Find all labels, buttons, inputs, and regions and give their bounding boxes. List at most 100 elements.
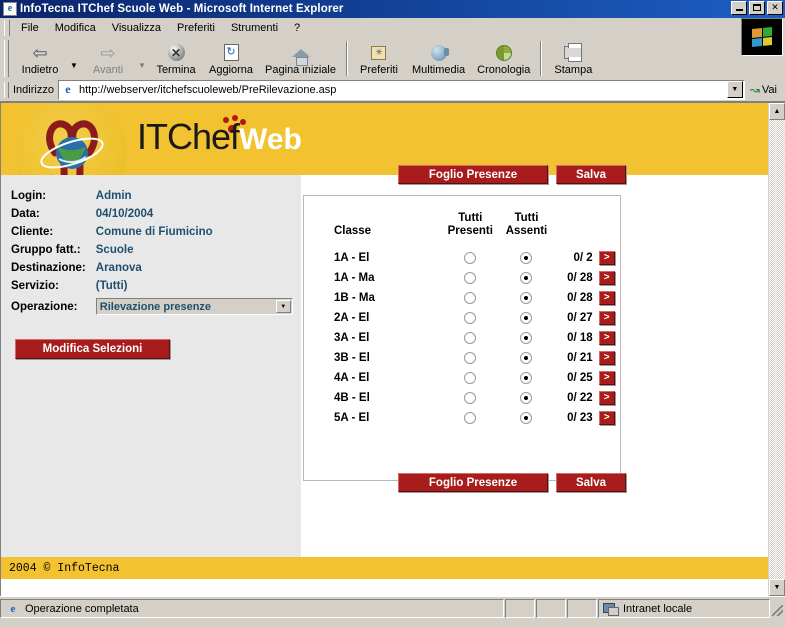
class-detail-button[interactable]: > [598, 251, 615, 266]
go-cell: > [598, 408, 620, 428]
all-present-radio[interactable] [464, 412, 477, 425]
resize-grip[interactable] [771, 599, 785, 618]
brand-text-dark: ITChef [137, 116, 240, 157]
scroll-up-button[interactable]: ▲ [769, 103, 785, 120]
toolbar-home-button[interactable]: Pagina iniziale [259, 38, 342, 79]
save-button-top[interactable]: Salva [556, 165, 626, 184]
class-detail-button[interactable]: > [598, 371, 615, 386]
chevron-down-icon[interactable]: ▼ [275, 300, 291, 313]
all-present-radio[interactable] [464, 312, 477, 325]
brand-text-light: Web [239, 123, 302, 156]
all-present-radio[interactable] [464, 352, 477, 365]
window-titlebar[interactable]: e InfoTecna ITChef Scuole Web - Microsof… [0, 0, 785, 18]
all-absent-cell [499, 388, 555, 408]
window-icon: e [3, 2, 17, 16]
toolbar-favorites-button[interactable]: ✳ Preferiti [352, 38, 406, 79]
attendance-sheet-button-bottom[interactable]: Foglio Presenze [398, 473, 548, 492]
all-present-radio[interactable] [464, 252, 477, 265]
all-absent-radio[interactable] [520, 312, 533, 325]
scrollbar-track[interactable] [769, 120, 785, 579]
maximize-button[interactable] [749, 1, 765, 15]
home-icon [291, 43, 310, 66]
chevron-down-icon[interactable]: ▼ [726, 81, 743, 98]
info-value-login: Admin [95, 190, 132, 202]
forward-dropdown-icon[interactable]: ▼ [135, 38, 149, 79]
header-classe: Classe [334, 225, 372, 238]
info-label-operazione: Operazione: [11, 300, 78, 313]
table-row: 2A - El 0/ 27 > [332, 308, 620, 328]
toolbar-print-button[interactable]: Stampa [546, 38, 600, 79]
all-present-radio[interactable] [464, 332, 477, 345]
history-icon [495, 43, 512, 63]
go-cell: > [598, 268, 620, 288]
all-absent-cell [499, 248, 555, 268]
go-cell: > [598, 248, 620, 268]
class-detail-button[interactable]: > [598, 331, 615, 346]
toolbar-back-label: Indietro [21, 63, 59, 76]
attendance-count: 0/ 2 [573, 252, 593, 265]
toolbar-history-button[interactable]: Cronologia [471, 38, 536, 79]
class-detail-button[interactable]: > [598, 291, 615, 306]
print-icon [564, 43, 583, 63]
all-present-radio[interactable] [464, 392, 477, 405]
menu-item-strumenti[interactable]: Strumenti [223, 20, 286, 36]
window-controls: ✕ [731, 1, 783, 15]
info-label-destinazione: Destinazione: [11, 262, 86, 274]
all-absent-radio[interactable] [520, 252, 533, 265]
class-name-cell: 5A - El [334, 412, 370, 425]
header-all-present-line2: Presenti [447, 225, 493, 238]
menu-item-help[interactable]: ? [286, 20, 308, 36]
all-absent-radio[interactable] [520, 272, 533, 285]
info-row-operazione: Operazione: Rilevazione presenze ▼ [11, 295, 293, 318]
back-dropdown-icon[interactable]: ▼ [67, 38, 81, 79]
all-absent-radio[interactable] [520, 352, 533, 365]
browser-toolbar: ⇦ Indietro ▼ ⇨ Avanti ▼ ✕ Termina ↻ Aggi… [0, 38, 785, 80]
toolbar-print-label: Stampa [554, 63, 593, 76]
menu-item-preferiti[interactable]: Preferiti [169, 20, 223, 36]
toolbar-forward-button[interactable]: ⇨ Avanti [81, 38, 135, 79]
toolbar-stop-button[interactable]: ✕ Termina [149, 38, 203, 79]
all-absent-radio[interactable] [520, 292, 533, 305]
save-button-bottom[interactable]: Salva [556, 473, 626, 492]
go-button[interactable]: ↝ Vai [745, 83, 783, 97]
class-detail-button[interactable]: > [598, 351, 615, 366]
attendance-sheet-button-top[interactable]: Foglio Presenze [398, 165, 548, 184]
all-absent-radio[interactable] [520, 332, 533, 345]
table-row: 5A - El 0/ 23 > [332, 408, 620, 428]
all-present-radio[interactable] [464, 292, 477, 305]
all-present-radio[interactable] [464, 372, 477, 385]
class-detail-button[interactable]: > [598, 391, 615, 406]
modify-selections-button[interactable]: Modifica Selezioni [15, 339, 170, 359]
operation-select-value: Rilevazione presenze [99, 300, 212, 313]
menu-gripper[interactable] [4, 19, 10, 36]
address-gripper[interactable] [4, 81, 9, 98]
address-input[interactable]: e http://webserver/itchefscuoleweb/PreRi… [57, 79, 745, 100]
minimize-button[interactable] [731, 1, 747, 15]
all-absent-radio[interactable] [520, 372, 533, 385]
header-count [554, 212, 598, 248]
attendance-count: 0/ 21 [567, 352, 593, 365]
site-footer: 2004 © InfoTecna [1, 557, 768, 579]
all-absent-radio[interactable] [520, 412, 533, 425]
toolbar-media-button[interactable]: Multimedia [406, 38, 471, 79]
class-detail-button[interactable]: > [598, 311, 615, 326]
ie-status-icon: e [10, 602, 16, 615]
menu-item-file[interactable]: File [13, 20, 47, 36]
all-absent-cell [499, 408, 555, 428]
scroll-down-button[interactable]: ▼ [769, 579, 785, 596]
class-detail-button[interactable]: > [598, 271, 615, 286]
info-value-data: 04/10/2004 [95, 208, 154, 220]
operation-select[interactable]: Rilevazione presenze ▼ [95, 298, 293, 315]
toolbar-back-button[interactable]: ⇦ Indietro [13, 38, 67, 79]
vertical-scrollbar[interactable]: ▲ ▼ [768, 103, 785, 596]
menu-item-modifica[interactable]: Modifica [47, 20, 104, 36]
class-detail-button[interactable]: > [598, 411, 615, 426]
all-present-radio[interactable] [464, 272, 477, 285]
toolbar-refresh-button[interactable]: ↻ Aggiorna [203, 38, 259, 79]
security-zone-cell[interactable]: Intranet locale [598, 599, 770, 618]
menu-item-visualizza[interactable]: Visualizza [104, 20, 169, 36]
toolbar-gripper[interactable] [4, 40, 9, 77]
all-absent-radio[interactable] [520, 392, 533, 405]
attendance-count: 0/ 27 [567, 312, 593, 325]
close-button[interactable]: ✕ [767, 1, 783, 15]
